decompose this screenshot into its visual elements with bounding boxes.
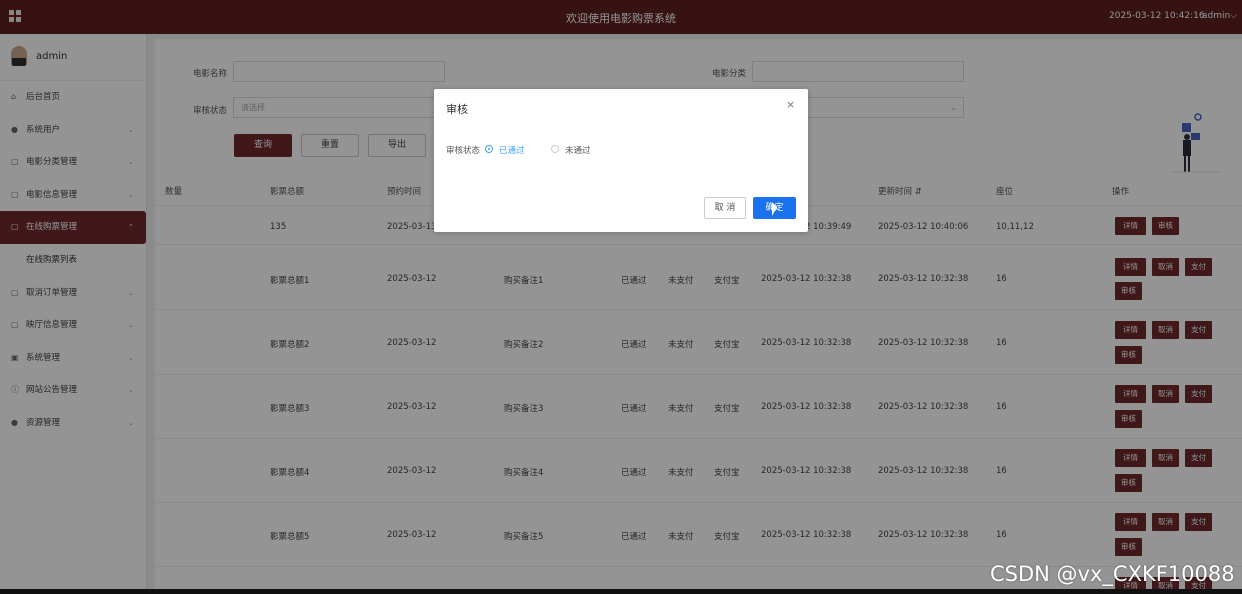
radio-rejected[interactable] (551, 145, 559, 153)
mouse-cursor-icon (772, 202, 777, 216)
radio-rejected-label[interactable]: 未通过 (565, 144, 591, 156)
bottom-edge (0, 589, 1242, 594)
review-status-field-label: 审核状态 (446, 146, 481, 156)
dialog-title: 审核 (446, 103, 468, 116)
radio-approved[interactable] (485, 145, 493, 153)
watermark: CSDN @vx_CXKF10088 (990, 562, 1235, 586)
review-dialog: 审核 × 审核状态 已通过 未通过 取 消 确定 (434, 89, 808, 232)
radio-approved-label[interactable]: 已通过 (499, 144, 525, 156)
close-icon[interactable]: × (786, 98, 795, 111)
dialog-cancel-button[interactable]: 取 消 (704, 197, 746, 219)
